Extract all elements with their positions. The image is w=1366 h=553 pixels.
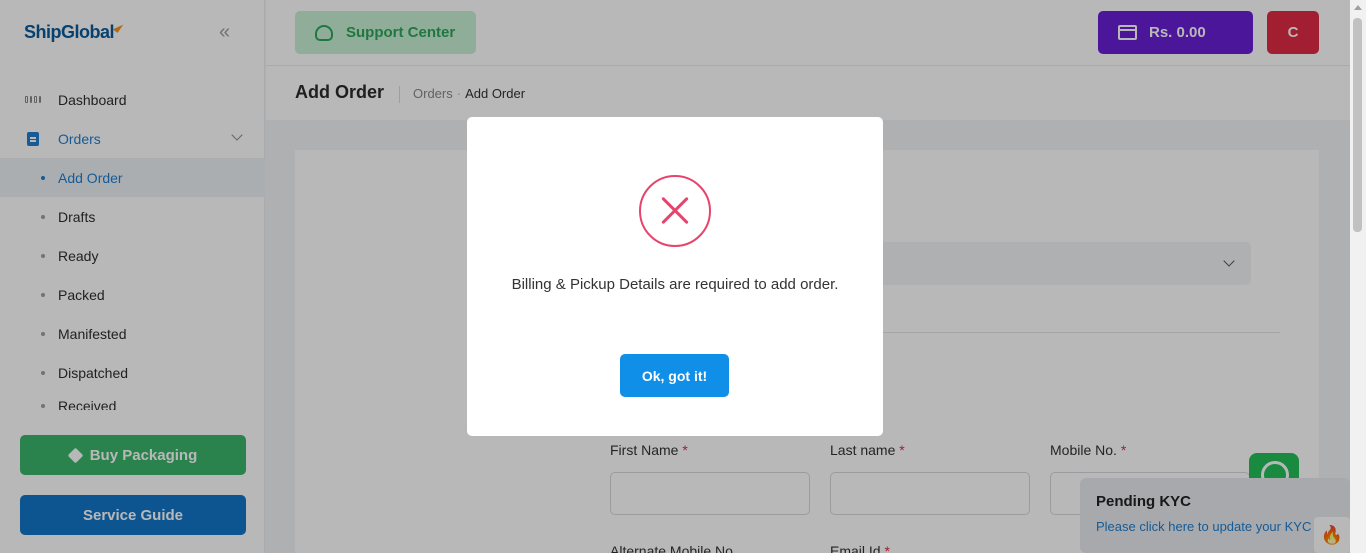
dialog-message: Billing & Pickup Details are required to… bbox=[511, 276, 839, 293]
error-x-icon bbox=[639, 175, 711, 247]
ok-got-it-button[interactable]: Ok, got it! bbox=[620, 354, 729, 397]
scroll-up-icon[interactable] bbox=[1354, 5, 1362, 10]
scrollbar-thumb[interactable] bbox=[1353, 18, 1362, 232]
error-dialog: Billing & Pickup Details are required to… bbox=[467, 117, 883, 436]
